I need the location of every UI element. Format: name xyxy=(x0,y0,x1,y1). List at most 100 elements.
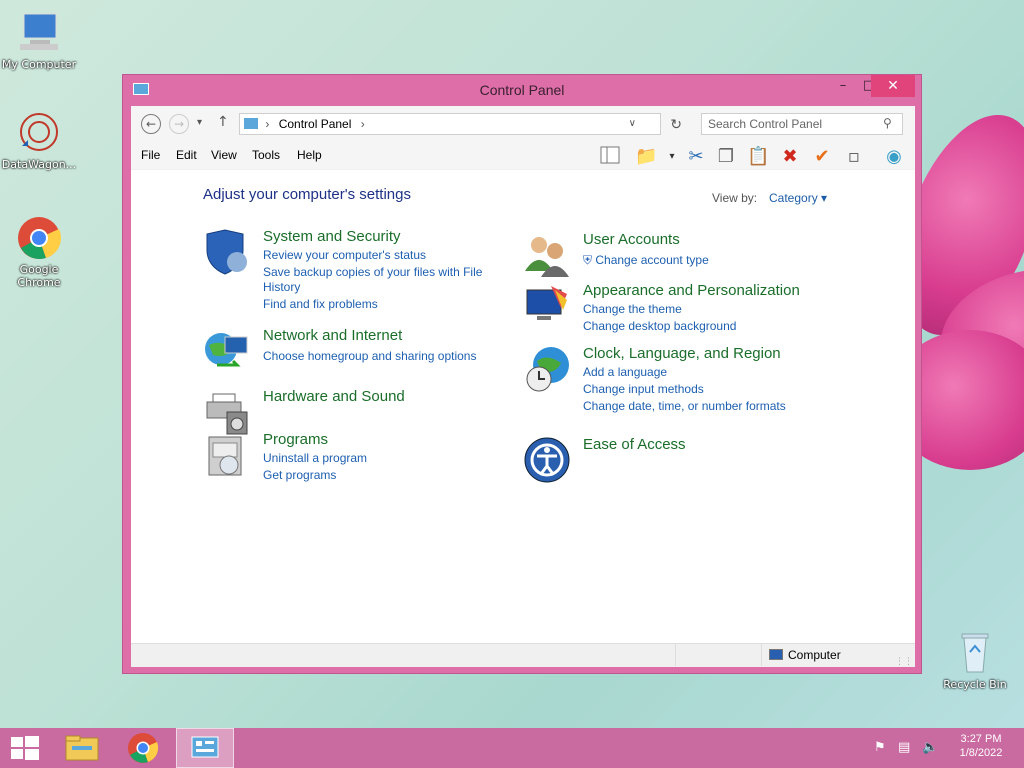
category-link[interactable]: Change date, time, or number formats xyxy=(583,399,786,413)
breadcrumb-sep: › xyxy=(265,117,270,131)
windows-logo-icon xyxy=(11,736,39,760)
properties-icon[interactable]: ▫ xyxy=(843,146,865,168)
start-button[interactable] xyxy=(0,728,58,768)
appearance-monitor-icon xyxy=(523,282,571,330)
computer-small-icon xyxy=(769,649,783,660)
cut-icon[interactable]: ✂ xyxy=(685,146,707,168)
category-network-internet: Network and Internet Choose homegroup an… xyxy=(203,327,503,377)
control-panel-small-icon xyxy=(244,118,258,129)
desktop-icon-chrome[interactable]: Google Chrome xyxy=(0,215,78,289)
status-divider xyxy=(761,644,762,666)
category-appearance: Appearance and Personalization Change th… xyxy=(523,282,853,337)
clock-globe-icon xyxy=(523,345,571,393)
desktop-icon-recycle-bin[interactable]: Recycle Bin xyxy=(936,630,1014,691)
breadcrumb-sep[interactable]: › xyxy=(361,117,365,131)
shell-icon[interactable]: ◉ xyxy=(883,146,905,168)
category-link[interactable]: Add a language xyxy=(583,365,667,379)
category-title[interactable]: Network and Internet xyxy=(263,327,402,344)
window-title: Control Panel xyxy=(479,82,565,98)
minimize-button[interactable]: – xyxy=(829,75,857,97)
category-ease-of-access: Ease of Access xyxy=(523,436,853,486)
breadcrumb[interactable]: Control Panel xyxy=(279,117,352,131)
menu-view[interactable]: View xyxy=(211,148,237,162)
forward-button[interactable]: → xyxy=(169,114,189,134)
up-arrow-icon[interactable]: ↑ xyxy=(217,114,229,130)
computer-icon xyxy=(16,10,62,56)
desktop-icon-label: DataWagon... xyxy=(1,158,77,171)
category-link[interactable]: Change account type xyxy=(595,253,708,267)
network-icon[interactable]: ▤ xyxy=(898,740,910,755)
category-title[interactable]: Programs xyxy=(263,431,328,448)
resize-grip-icon[interactable]: ⋮⋮ xyxy=(895,657,913,667)
category-link-with-shield[interactable]: ⛨ Change account type xyxy=(583,253,709,268)
shield-icon xyxy=(203,228,251,276)
status-bar: Computer ⋮⋮ xyxy=(131,643,915,667)
ease-of-access-icon xyxy=(523,436,571,484)
recycle-bin-icon xyxy=(952,630,998,676)
layout-pane-icon[interactable] xyxy=(599,146,621,168)
search-input[interactable]: Search Control Panel xyxy=(701,113,903,135)
menu-help[interactable]: Help xyxy=(297,148,322,162)
menu-tools[interactable]: Tools xyxy=(252,148,280,162)
checkmark-icon[interactable]: ✔ xyxy=(811,146,833,168)
taskbar: ⚑ ▤ 🔈 3:27 PM 1/8/2022 xyxy=(0,728,1024,768)
category-link[interactable]: Find and fix problems xyxy=(263,297,378,311)
printer-speaker-icon xyxy=(203,388,251,436)
clock[interactable]: 3:27 PM 1/8/2022 xyxy=(950,733,1012,759)
category-title[interactable]: Ease of Access xyxy=(583,436,686,453)
menu-edit[interactable]: Edit xyxy=(176,148,197,162)
control-panel-content: Adjust your computer's settings View by:… xyxy=(131,170,915,639)
desktop-icon-datawagon[interactable]: DataWagon... xyxy=(0,110,78,171)
category-link[interactable]: Uninstall a program xyxy=(263,451,367,465)
title-bar[interactable]: Control Panel – □ ✕ xyxy=(123,75,921,107)
category-link[interactable]: Change desktop background xyxy=(583,319,736,333)
close-button[interactable]: ✕ xyxy=(871,75,915,97)
taskbar-control-panel[interactable] xyxy=(176,728,234,768)
menu-file[interactable]: File xyxy=(141,148,160,162)
chrome-icon xyxy=(128,733,159,763)
category-title[interactable]: Hardware and Sound xyxy=(263,388,405,405)
status-divider xyxy=(675,644,676,666)
address-dropdown-icon[interactable]: ∨ xyxy=(629,114,636,134)
clock-date: 1/8/2022 xyxy=(959,747,1003,759)
desktop-icon-label: My Computer xyxy=(1,58,77,71)
control-panel-window: Control Panel – □ ✕ ← → ▾ ↑ › Control Pa… xyxy=(122,74,922,674)
taskbar-explorer[interactable] xyxy=(54,728,112,768)
organize-dropdown-icon[interactable]: ▾ xyxy=(661,146,683,168)
category-title[interactable]: Clock, Language, and Region xyxy=(583,345,781,362)
recent-locations-icon[interactable]: ▾ xyxy=(197,117,202,128)
delete-icon[interactable]: ✖ xyxy=(779,146,801,168)
desktop-icon-label: Google Chrome xyxy=(17,263,61,289)
refresh-icon[interactable]: ↻ xyxy=(670,114,682,134)
desktop-icon-my-computer[interactable]: My Computer xyxy=(0,10,78,71)
back-button[interactable]: ← xyxy=(141,114,161,134)
category-title[interactable]: System and Security xyxy=(263,228,401,245)
category-link[interactable]: History xyxy=(263,280,300,294)
window-client: ← → ▾ ↑ › Control Panel › ∨ ↻ Search Con… xyxy=(131,106,915,667)
action-center-flag-icon[interactable]: ⚑ xyxy=(874,740,886,755)
category-link[interactable]: Review your computer's status xyxy=(263,248,426,262)
category-hardware-sound: Hardware and Sound xyxy=(203,388,503,436)
copy-icon[interactable]: ❐ xyxy=(715,146,737,168)
folder-options-icon[interactable]: 📁 xyxy=(635,146,657,168)
category-link[interactable]: Change the theme xyxy=(583,302,682,316)
programs-box-icon xyxy=(203,431,251,479)
uac-shield-icon: ⛨ xyxy=(583,253,593,267)
category-title[interactable]: Appearance and Personalization xyxy=(583,282,800,299)
view-by-dropdown[interactable]: Category ▾ xyxy=(769,191,827,205)
category-link[interactable]: Save backup copies of your files with Fi… xyxy=(263,265,482,279)
paste-icon[interactable]: 📋 xyxy=(747,146,769,168)
view-by-label: View by: xyxy=(712,191,758,205)
category-system-security: System and Security Review your computer… xyxy=(203,228,503,318)
address-bar[interactable]: › Control Panel › ∨ ↻ xyxy=(239,113,682,135)
taskbar-chrome[interactable] xyxy=(114,728,172,768)
category-user-accounts: User Accounts ⛨ Change account type xyxy=(523,231,853,279)
users-icon xyxy=(523,231,571,279)
category-link[interactable]: Choose homegroup and sharing options xyxy=(263,349,476,363)
volume-muted-icon[interactable]: 🔈 xyxy=(922,740,938,755)
file-explorer-icon xyxy=(65,735,99,761)
category-link[interactable]: Get programs xyxy=(263,468,336,482)
category-link[interactable]: Change input methods xyxy=(583,382,704,396)
category-title[interactable]: User Accounts xyxy=(583,231,680,248)
search-icon[interactable]: ⚲ xyxy=(883,116,892,130)
